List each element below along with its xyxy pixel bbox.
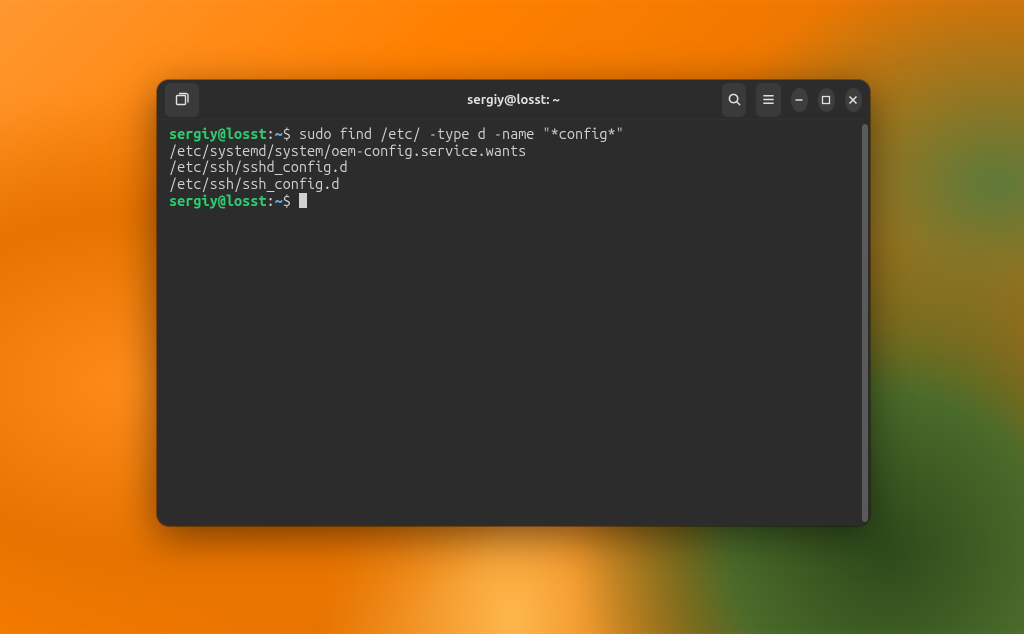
close-button[interactable] — [845, 88, 862, 112]
search-icon — [727, 92, 742, 107]
new-tab-button[interactable] — [165, 83, 199, 117]
prompt-user-host: sergiy@losst — [169, 192, 266, 209]
command-text: sudo find /etc/ -type d -name "*config*" — [299, 125, 624, 142]
prompt-user-host: sergiy@losst — [169, 125, 266, 142]
terminal-window: sergiy@losst: ~ — [157, 80, 870, 526]
prompt-path: ~ — [275, 192, 283, 209]
close-icon — [848, 95, 858, 105]
new-tab-icon — [174, 92, 190, 108]
titlebar-left-controls — [165, 83, 305, 117]
prompt-separator: : — [266, 125, 274, 142]
spacer — [291, 192, 299, 209]
menu-button[interactable] — [756, 83, 780, 117]
window-title: sergiy@losst: ~ — [305, 93, 722, 107]
terminal-cursor — [299, 193, 307, 208]
output-line: /etc/ssh/ssh_config.d — [169, 176, 858, 193]
titlebar-right-controls — [722, 83, 862, 117]
output-line: /etc/ssh/sshd_config.d — [169, 159, 858, 176]
maximize-icon — [821, 95, 831, 105]
hamburger-menu-icon — [761, 92, 776, 107]
terminal-content[interactable]: sergiy@losst:~$ sudo find /etc/ -type d … — [157, 120, 870, 526]
terminal-line: sergiy@losst:~$ — [169, 193, 858, 210]
command-text — [291, 125, 299, 142]
minimize-button[interactable] — [791, 88, 808, 112]
titlebar[interactable]: sergiy@losst: ~ — [157, 80, 870, 120]
prompt-path: ~ — [275, 125, 283, 142]
minimize-icon — [794, 95, 804, 105]
scrollbar[interactable] — [862, 124, 868, 522]
output-line: /etc/systemd/system/oem-config.service.w… — [169, 143, 858, 160]
search-button[interactable] — [722, 83, 746, 117]
maximize-button[interactable] — [818, 88, 835, 112]
prompt-symbol: $ — [283, 125, 291, 142]
prompt-symbol: $ — [283, 192, 291, 209]
terminal-line: sergiy@losst:~$ sudo find /etc/ -type d … — [169, 126, 858, 143]
prompt-separator: : — [266, 192, 274, 209]
